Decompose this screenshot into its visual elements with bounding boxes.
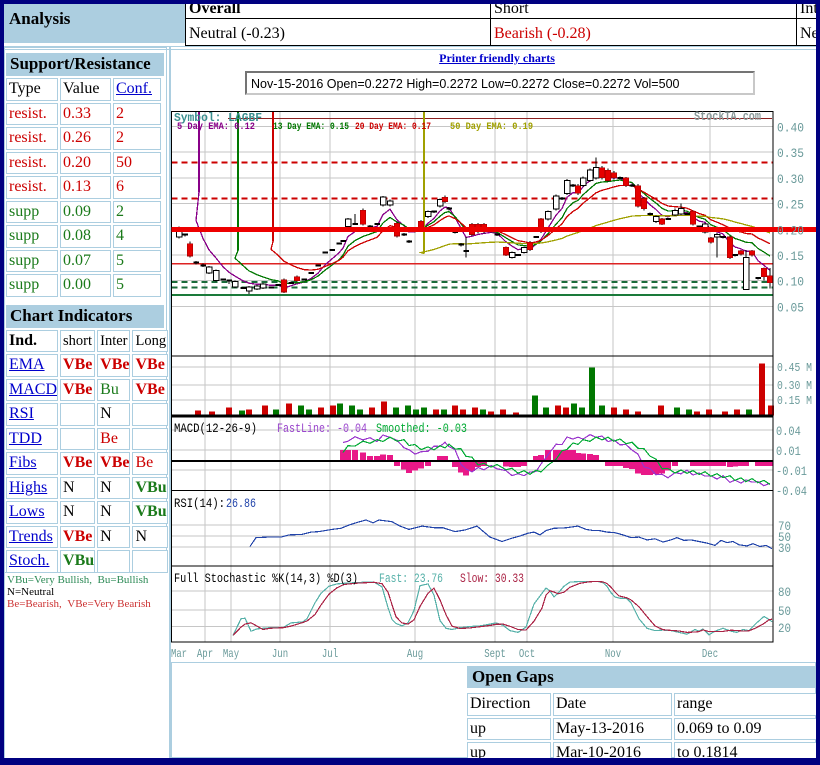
svg-text:Smoothed: -0.03: Smoothed: -0.03 [376,421,467,436]
svg-text:0.30 M: 0.30 M [777,379,812,393]
svg-text:0.40: 0.40 [777,121,804,136]
svg-text:20: 20 [778,621,791,636]
svg-text:0.15 M: 0.15 M [777,394,812,408]
svg-text:-0.01: -0.01 [776,464,807,479]
svg-text:0.20: 0.20 [777,223,804,238]
svg-text:30: 30 [778,541,791,556]
svg-text:0.30: 0.30 [777,172,804,187]
svg-text:5 Day EMA: 0.12: 5 Day EMA: 0.12 [177,122,255,133]
svg-text:May: May [223,647,239,660]
svg-text:Apr: Apr [197,647,213,660]
svg-text:StockTA.com: StockTA.com [694,109,761,124]
svg-text:Mar: Mar [171,647,187,660]
svg-text:Sept: Sept [484,647,506,660]
svg-text:80: 80 [778,585,791,600]
svg-text:Fast: 23.76: Fast: 23.76 [379,571,443,586]
svg-text:0.04: 0.04 [776,424,801,439]
svg-text:0.45 M: 0.45 M [777,361,812,375]
svg-text:0.35: 0.35 [777,146,804,161]
svg-text:0.05: 0.05 [777,300,804,315]
svg-text:50 Day EMA: 0.19: 50 Day EMA: 0.19 [450,122,533,133]
svg-text:26.86: 26.86 [226,496,256,511]
svg-text:0.10: 0.10 [777,275,804,290]
svg-text:MACD(12-26-9): MACD(12-26-9) [174,421,257,436]
svg-text:RSI(14):: RSI(14): [174,496,225,511]
svg-text:50: 50 [778,604,791,619]
svg-text:Jun: Jun [272,647,288,660]
svg-text:0.15: 0.15 [777,249,804,264]
svg-text:-0.04: -0.04 [776,484,807,499]
svg-text:Oct: Oct [519,647,535,660]
svg-text:FastLine: -0.04: FastLine: -0.04 [277,421,367,436]
svg-text:Dec: Dec [702,647,718,660]
svg-text:Full Stochastic %K(14,3) %D(3): Full Stochastic %K(14,3) %D(3) [174,571,358,586]
svg-text:Aug: Aug [407,647,423,660]
svg-text:Nov: Nov [605,647,621,660]
svg-text:0.01: 0.01 [776,444,801,459]
svg-text:Jul: Jul [322,647,338,660]
svg-text:20 Day EMA: 0.17: 20 Day EMA: 0.17 [355,122,431,133]
svg-text:Slow: 30.33: Slow: 30.33 [460,571,524,586]
svg-text:13 Day EMA: 0.15: 13 Day EMA: 0.15 [273,122,349,133]
svg-text:0.25: 0.25 [777,198,804,213]
